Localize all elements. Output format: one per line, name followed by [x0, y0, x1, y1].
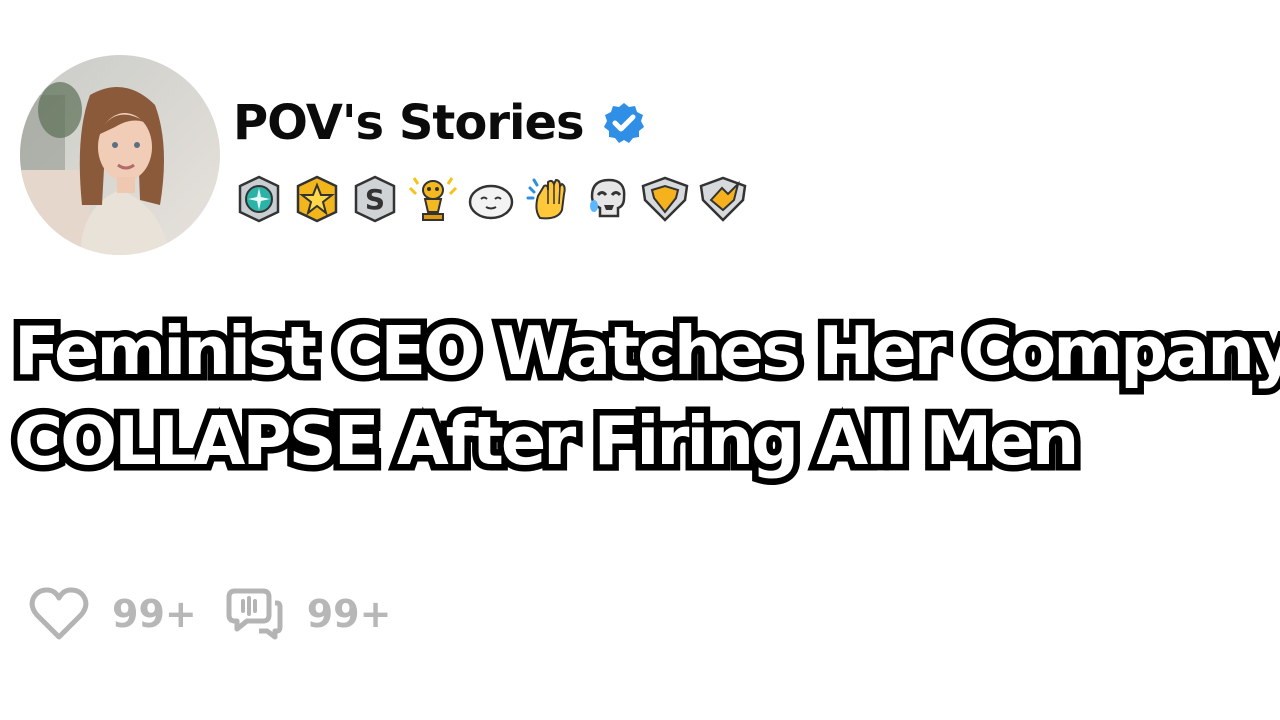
- svg-text:S: S: [365, 183, 385, 216]
- channel-name-row: POV's Stories: [233, 92, 646, 154]
- white-blob-face-icon[interactable]: [464, 172, 518, 226]
- engagement-bar: 99+ 99+: [28, 585, 417, 643]
- heart-icon[interactable]: [28, 585, 90, 643]
- like-count: 99+: [112, 592, 197, 636]
- gold-chevron-wing-badge-icon[interactable]: [696, 172, 750, 226]
- comment-icon[interactable]: [223, 585, 285, 643]
- gold-heart-chevron-badge-icon[interactable]: [638, 172, 692, 226]
- silver-s-badge-icon[interactable]: S: [348, 172, 402, 226]
- teal-medal-icon[interactable]: [232, 172, 286, 226]
- channel-name[interactable]: POV's Stories: [233, 95, 585, 151]
- gold-star-badge-icon[interactable]: [290, 172, 344, 226]
- verified-check-icon: [603, 103, 644, 143]
- headline-line-2: COLLAPSE After Firing All Men: [8, 396, 1086, 487]
- headline-line-1: Feminist CEO Watches Her Company: [8, 306, 1280, 397]
- golden-trophy-icon[interactable]: [406, 172, 460, 226]
- profile-photo: [20, 55, 220, 255]
- badge-row: S: [232, 172, 750, 226]
- comment-count: 99+: [306, 592, 392, 636]
- laughing-skull-icon[interactable]: [580, 172, 634, 226]
- post-headline: Feminist CEO Watches Her Company COLLAPS…: [8, 306, 1280, 487]
- clapping-hands-icon[interactable]: [522, 172, 576, 226]
- avatar[interactable]: [20, 55, 220, 255]
